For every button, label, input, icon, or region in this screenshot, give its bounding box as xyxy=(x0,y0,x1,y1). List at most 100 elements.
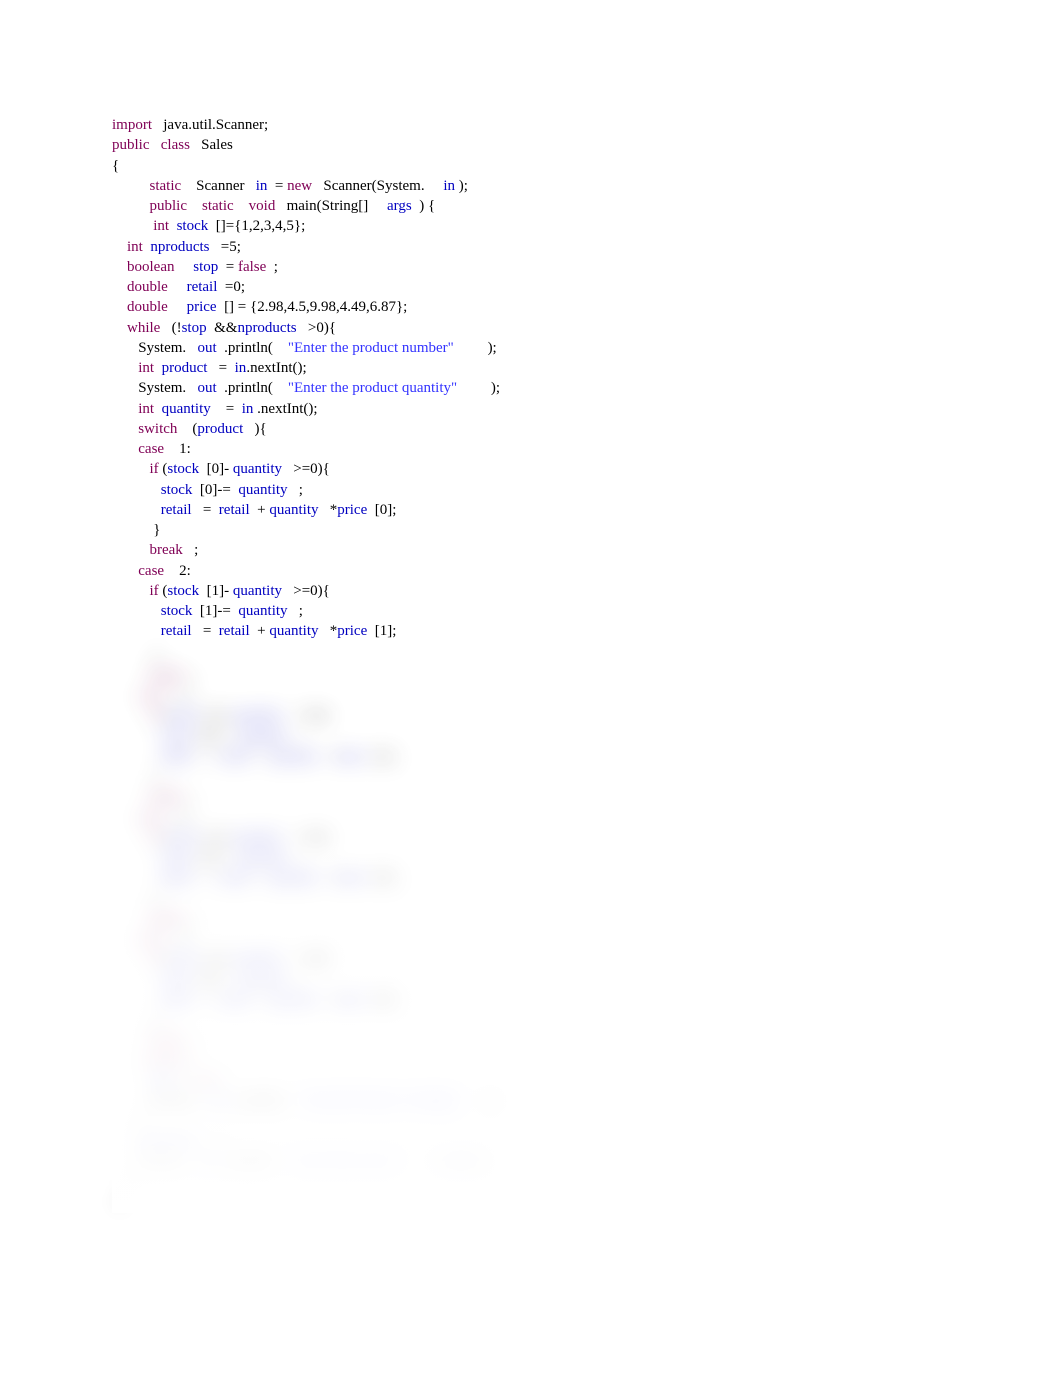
code-token: [1]-= xyxy=(192,603,238,619)
blurred-line: break ; xyxy=(112,787,952,807)
code-token: void xyxy=(249,198,276,214)
code-token: stock xyxy=(167,461,199,477)
blurred-line: retail = retail + quantity *price [3]; xyxy=(112,868,952,888)
code-token: Sales xyxy=(190,137,233,153)
code-token: } xyxy=(112,648,160,664)
clear-line: static Scanner in = new Scanner(System. … xyxy=(112,176,952,196)
code-token: [0]-= xyxy=(192,482,238,498)
code-token: if xyxy=(150,830,159,846)
code-token: >=0){ xyxy=(282,583,330,599)
code-token: ; xyxy=(183,911,198,927)
code-token xyxy=(174,259,193,275)
code-token: retail xyxy=(161,992,192,1008)
code-token: nproducts xyxy=(150,239,209,255)
code-token: * xyxy=(319,502,338,518)
code-token: stop xyxy=(182,320,207,336)
code-token: .println( xyxy=(217,340,288,356)
code-token xyxy=(112,789,150,805)
code-token: + xyxy=(250,623,270,639)
blurred-line: System. out .println( "Invalid Product #… xyxy=(112,1091,952,1111)
code-token: product xyxy=(197,421,243,437)
code-token xyxy=(112,542,150,558)
code-token xyxy=(168,299,187,315)
code-token: quantity xyxy=(269,623,318,639)
code-token: >=0){ xyxy=(282,951,330,967)
code-token xyxy=(112,830,150,846)
code-token: [4]; xyxy=(367,992,396,1008)
code-token: case xyxy=(138,563,164,579)
code-token xyxy=(112,198,150,214)
code-token xyxy=(112,461,150,477)
clear-line: int quantity = in .nextInt(); xyxy=(112,399,952,419)
code-token: retail xyxy=(161,502,192,518)
code-token xyxy=(154,360,162,376)
code-token: ); xyxy=(455,178,468,194)
code-token: while xyxy=(127,320,160,336)
clear-line: stock [0]-= quantity ; xyxy=(112,480,952,500)
code-token xyxy=(112,931,138,947)
code-token: break xyxy=(150,668,183,684)
code-token: * xyxy=(319,992,338,1008)
code-token: Scanner(System. xyxy=(312,178,443,194)
code-token: System. xyxy=(112,1154,197,1170)
code-token: ; xyxy=(183,542,198,558)
code-token: price xyxy=(337,502,367,518)
code-token: System. xyxy=(112,340,197,356)
code-token: [2]- xyxy=(199,708,233,724)
code-token: out xyxy=(197,340,216,356)
code-token: stock xyxy=(167,583,199,599)
code-token: main(String[] xyxy=(275,198,387,214)
code-token: ){ xyxy=(243,421,266,437)
code-token: retail xyxy=(219,749,250,765)
clear-line: { xyxy=(112,156,952,176)
code-token: quantity xyxy=(233,830,282,846)
clear-line: int product = in.nextInt(); xyxy=(112,358,952,378)
code-token: int xyxy=(138,401,154,417)
code-token: case xyxy=(138,810,164,826)
code-token: default xyxy=(146,1053,188,1069)
code-token: break xyxy=(150,1032,183,1048)
code-token: break xyxy=(150,542,183,558)
code-token: stop xyxy=(193,259,218,275)
code-token: retail xyxy=(161,749,192,765)
blurred-line: case 3: xyxy=(112,686,952,706)
code-token: price xyxy=(337,749,367,765)
code-token xyxy=(112,708,150,724)
code-token xyxy=(112,972,161,988)
code-token: import xyxy=(112,117,152,133)
code-token: retail xyxy=(161,623,192,639)
code-token: in xyxy=(443,178,455,194)
code-token xyxy=(112,320,127,336)
code-token: stock xyxy=(167,951,199,967)
code-token: stock xyxy=(161,850,193,866)
blurred-line: stock [2]-= quantity ; xyxy=(112,727,952,747)
code-token: stock xyxy=(167,830,199,846)
code-token: quantity xyxy=(238,729,287,745)
code-token: 3: xyxy=(164,688,191,704)
code-token: stop xyxy=(150,1073,175,1089)
clear-line: double price [] = {2.98,4.5,9.98,4.49,6.… xyxy=(112,297,952,317)
code-token: case xyxy=(138,441,164,457)
clear-line: System. out .println( "Enter the product… xyxy=(112,378,952,398)
code-token: } xyxy=(112,1194,123,1210)
code-token xyxy=(112,668,150,684)
code-token: 4: xyxy=(164,810,191,826)
blurred-line: System. out .println( "Total Retail Sale… xyxy=(112,1152,952,1172)
code-token: false xyxy=(238,259,266,275)
code-token: true xyxy=(194,1073,217,1089)
code-token: } xyxy=(112,522,160,538)
code-token: = xyxy=(192,870,219,886)
code-token: price xyxy=(187,299,217,315)
code-token: .println( xyxy=(217,1154,288,1170)
code-token: ( xyxy=(177,421,197,437)
code-token: + xyxy=(250,502,270,518)
clear-line: retail = retail + quantity *price [1]; xyxy=(112,621,952,641)
code-token: System. xyxy=(112,380,197,396)
code-token xyxy=(112,749,161,765)
code-token: case xyxy=(138,931,164,947)
code-token: ) { xyxy=(412,198,435,214)
code-token: [0]- xyxy=(199,461,233,477)
code-token xyxy=(112,360,138,376)
code-token: [4]- xyxy=(199,951,233,967)
code-token xyxy=(112,239,127,255)
